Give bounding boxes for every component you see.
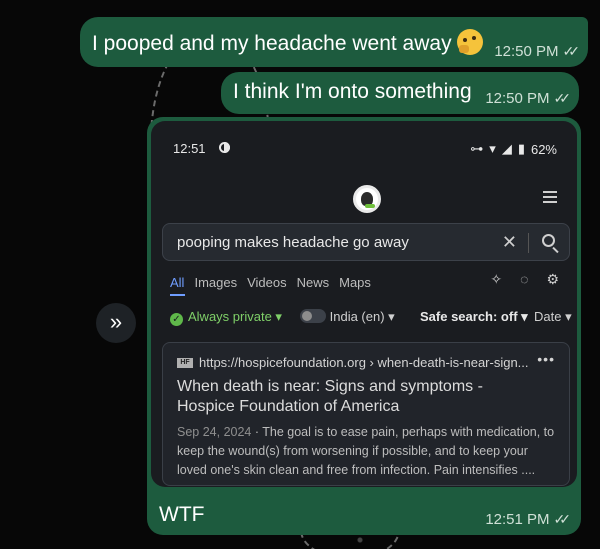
- date-filter: Date ▾: [534, 309, 572, 324]
- message-time: 12:50 PM: [485, 90, 550, 107]
- attached-screenshot[interactable]: 12:51 ⊶ ▾ ◢ ▮ 62% pooping makes headache…: [151, 121, 577, 487]
- message-text: I pooped and my headache went away: [92, 29, 484, 56]
- double-check-icon: ✓✓: [562, 43, 581, 59]
- check-icon: ✓: [170, 313, 183, 326]
- forward-button[interactable]: »: [96, 303, 136, 343]
- divider: [528, 233, 529, 253]
- result-url: https://hospicefoundation.org › when-dea…: [199, 355, 529, 370]
- dnd-icon: [219, 142, 231, 153]
- privacy-filter: ✓ Always private ▾: [170, 309, 282, 326]
- image-caption: WTF: [159, 503, 205, 526]
- duckduckgo-logo: [353, 185, 381, 213]
- region-toggle: [300, 309, 326, 323]
- site-favicon-icon: HF: [177, 358, 193, 368]
- battery-level: 62%: [530, 141, 557, 157]
- search-input: pooping makes headache go away ✕: [162, 223, 570, 261]
- chat-icon: ◌: [520, 271, 529, 287]
- clear-icon: ✕: [501, 232, 517, 252]
- phone-status-bar: 12:51 ⊶ ▾ ◢ ▮ 62%: [173, 141, 557, 159]
- search-icon: [542, 234, 555, 247]
- settings-gear-icon: ⚙: [546, 271, 559, 287]
- menu-icon: [543, 191, 557, 203]
- status-time: 12:51: [173, 141, 206, 156]
- tab-videos: Videos: [247, 275, 287, 290]
- safe-search-filter: Safe search: off ▾: [420, 309, 528, 324]
- outgoing-message[interactable]: I pooped and my headache went away 12:50…: [80, 17, 588, 67]
- ai-assist-icon: ✧: [490, 271, 503, 287]
- tab-news: News: [296, 275, 330, 290]
- outgoing-message[interactable]: I think I'm onto something 12:50 PM ✓✓: [221, 72, 579, 114]
- signal-icon: ◢: [501, 141, 512, 156]
- outgoing-image-message[interactable]: 12:51 ⊶ ▾ ◢ ▮ 62% pooping makes headache…: [147, 117, 581, 535]
- region-filter: India (en) ▾: [300, 309, 395, 325]
- thinking-face-emoji-icon: [457, 29, 484, 55]
- double-check-icon: ✓✓: [553, 90, 572, 106]
- result-date: Sep 24, 2024: [177, 425, 252, 439]
- battery-icon: ▮: [517, 141, 525, 156]
- result-title: When death is near: Signs and symptoms -…: [177, 378, 483, 415]
- active-tab-indicator: [170, 294, 185, 296]
- message-meta: 12:50 PM ✓✓: [485, 90, 571, 107]
- search-filters: ✓ Always private ▾ India (en) ▾ Safe sear…: [170, 309, 572, 329]
- vpn-key-icon: ⊶: [470, 141, 484, 156]
- message-time: 12:51 PM: [485, 511, 550, 528]
- message-time: 12:50 PM: [494, 43, 559, 60]
- tab-all: All: [170, 275, 185, 290]
- double-check-icon: ✓✓: [553, 511, 572, 527]
- more-options-icon: •••: [537, 351, 555, 367]
- tab-images: Images: [194, 275, 238, 290]
- tab-maps: Maps: [339, 275, 371, 290]
- message-meta: 12:51 PM ✓✓: [485, 511, 571, 528]
- search-tabs: All Images Videos News Maps: [170, 275, 371, 290]
- message-text: I think I'm onto something: [233, 80, 472, 103]
- message-meta: 12:50 PM ✓✓: [494, 43, 580, 60]
- forward-icon: »: [109, 309, 123, 334]
- result-snippet: Sep 24, 2024 · The goal is to ease pain,…: [177, 425, 555, 477]
- search-result-card: HF https://hospicefoundation.org › when-…: [162, 342, 570, 486]
- search-query: pooping makes headache go away: [177, 234, 409, 251]
- wifi-icon: ▾: [489, 141, 496, 156]
